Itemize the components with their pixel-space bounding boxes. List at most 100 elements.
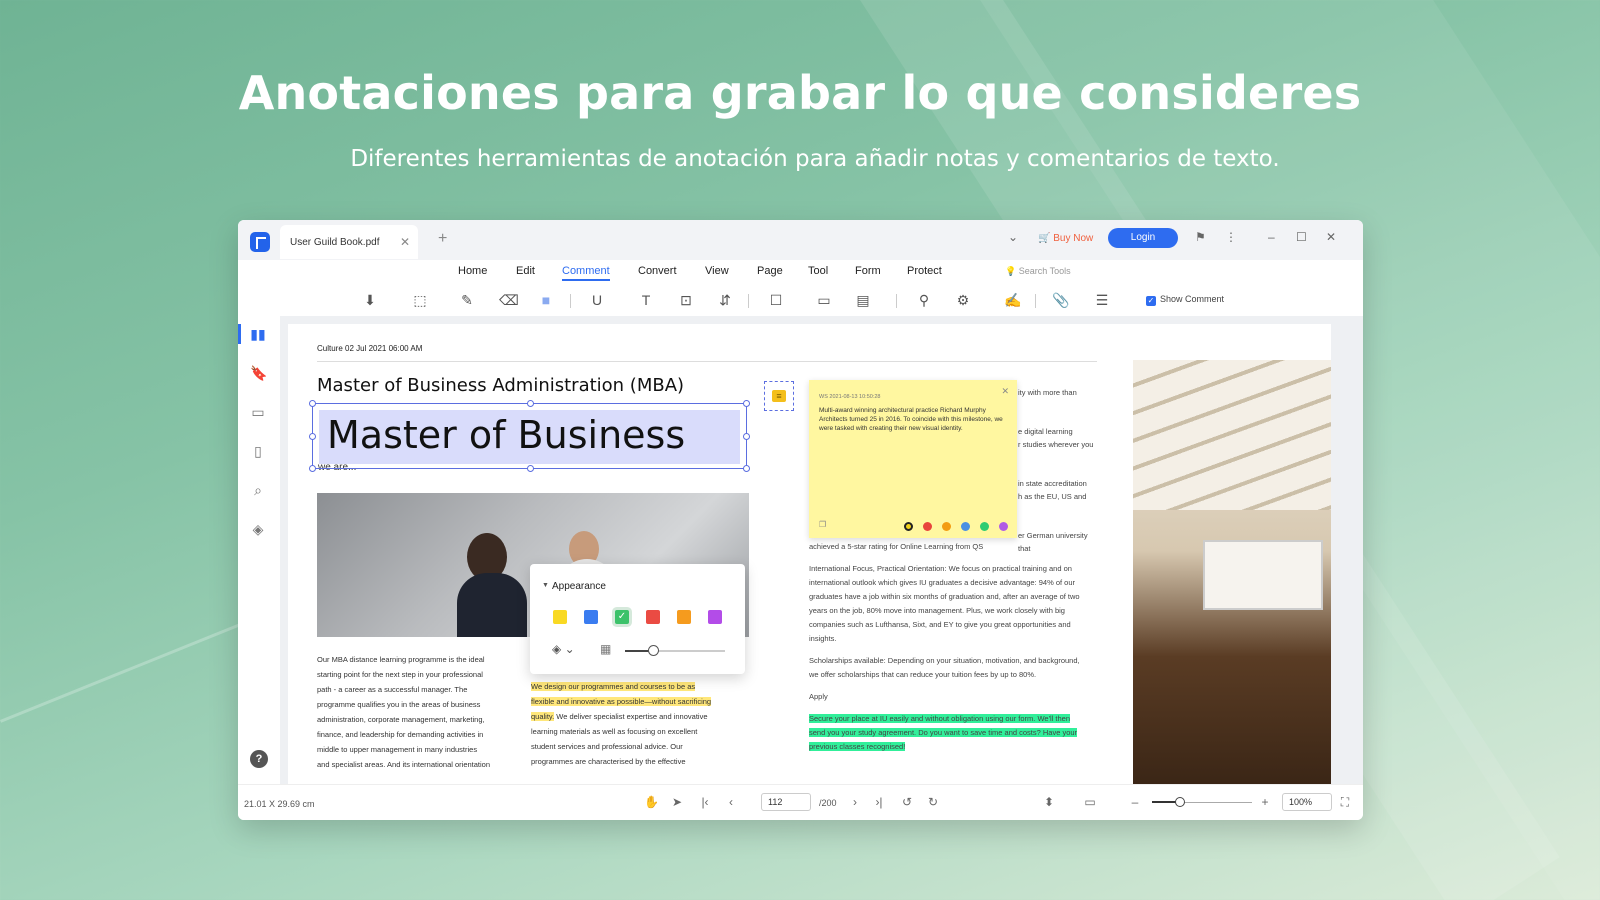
eraser-icon[interactable]: ⌫ (499, 292, 519, 308)
note-color-orange[interactable] (942, 522, 951, 531)
more-icon[interactable]: ⋮ (1225, 230, 1237, 244)
maximize-icon[interactable]: ☐ (1296, 230, 1307, 244)
color-fill-icon[interactable]: ■ (538, 292, 554, 308)
swatch-blue[interactable] (584, 610, 598, 624)
zoom-out-icon[interactable]: – (1128, 795, 1142, 809)
signature-stamp-icon[interactable]: ⚙ (955, 292, 971, 308)
fill-bucket-icon[interactable]: ◈ ⌄ (552, 642, 575, 656)
swatch-orange[interactable] (677, 610, 691, 624)
chevron-down-icon[interactable]: ⌄ (1008, 230, 1018, 244)
resize-handle[interactable] (309, 400, 316, 407)
swatch-green-selected[interactable]: ✓ (615, 610, 629, 624)
note-color-blue[interactable] (961, 522, 970, 531)
collapse-triangle-icon[interactable]: ▼ (542, 582, 549, 589)
comment-icon[interactable]: ▭ (250, 404, 266, 420)
textbox-icon[interactable]: ⊡ (678, 292, 694, 308)
page-icon[interactable]: ▯ (250, 443, 266, 459)
swatch-purple[interactable] (708, 610, 722, 624)
pencil-icon[interactable]: ✎ (459, 292, 475, 308)
fit-page-icon[interactable]: ⛶ (1338, 795, 1352, 809)
resize-handle[interactable] (743, 433, 750, 440)
underline-icon[interactable]: U (589, 292, 605, 308)
resize-handle[interactable] (527, 400, 534, 407)
resize-handle[interactable] (743, 400, 750, 407)
view-mode-icon[interactable]: ▭ (1083, 795, 1097, 809)
layers-icon[interactable]: ◈ (250, 521, 266, 537)
measure-icon[interactable]: ▤ (855, 292, 871, 308)
area-highlight-icon[interactable]: ⬚ (412, 292, 428, 308)
thumbnails-icon[interactable]: ▮▮ (250, 326, 266, 342)
menu-edit[interactable]: Edit (516, 265, 535, 277)
shape-icon[interactable]: ☐ (768, 292, 784, 308)
checkbox-checked-icon[interactable]: ✓ (1146, 296, 1156, 306)
resize-handle[interactable] (309, 433, 316, 440)
page-layout-icon[interactable]: ⬍ (1042, 795, 1056, 809)
sticky-note-popup[interactable]: ✕ WS 2021-08-13 10:50:28 Multi-award win… (809, 380, 1017, 538)
swatch-red[interactable] (646, 610, 660, 624)
highlighted-text[interactable]: We design our programmes and courses to … (531, 682, 696, 691)
text-line: programme qualifies you in the areas of … (317, 700, 481, 709)
resize-handle[interactable] (527, 465, 534, 472)
note-icon[interactable]: ▭ (816, 292, 832, 308)
first-page-icon[interactable]: |‹ (698, 795, 712, 809)
notification-icon[interactable]: ⚑ (1195, 230, 1206, 244)
green-highlighted-text[interactable]: previous classes recognised! (809, 742, 906, 751)
menu-convert[interactable]: Convert (638, 265, 677, 277)
highlighted-text[interactable]: quality. (531, 712, 555, 721)
comment-list-icon[interactable]: ☰ (1094, 292, 1110, 308)
stamp-icon[interactable]: ⚲ (916, 292, 932, 308)
green-highlighted-text[interactable]: send you your study agreement. Do you wa… (809, 728, 1078, 737)
menu-tool[interactable]: Tool (808, 265, 828, 277)
text-icon[interactable]: T (638, 292, 654, 308)
note-body[interactable]: Multi-award winning architectural practi… (819, 406, 1007, 433)
note-color-purple[interactable] (999, 522, 1008, 531)
note-color-red[interactable] (923, 522, 932, 531)
menu-home[interactable]: Home (458, 265, 487, 277)
rotate-left-icon[interactable]: ↺ (900, 795, 914, 809)
sign-icon[interactable]: ✍ (1004, 292, 1021, 308)
zoom-in-icon[interactable]: + (1258, 795, 1272, 809)
menu-comment[interactable]: Comment (562, 265, 610, 281)
bookmark-icon[interactable]: 🔖 (250, 365, 267, 381)
menu-page[interactable]: Page (757, 265, 783, 277)
zoom-level-select[interactable]: 100% (1282, 793, 1332, 811)
buy-now-link[interactable]: 🛒 Buy Now (1038, 233, 1093, 244)
copy-icon[interactable]: ❐ (819, 520, 826, 529)
menu-protect[interactable]: Protect (907, 265, 942, 277)
show-comment-toggle[interactable]: ✓ Show Comment (1146, 294, 1224, 306)
toolbar-divider (1035, 294, 1036, 308)
note-color-yellow[interactable] (904, 522, 913, 531)
close-note-icon[interactable]: ✕ (1001, 386, 1009, 397)
help-icon[interactable]: ? (250, 750, 268, 768)
highlight-icon[interactable]: ⬇ (362, 292, 378, 308)
sticky-note-marker[interactable]: ≡ (764, 381, 794, 411)
green-highlighted-text[interactable]: Secure your place at IU easily and witho… (809, 714, 1071, 723)
swatch-yellow[interactable] (553, 610, 567, 624)
text-callout-icon[interactable]: ⇵ (717, 292, 733, 308)
search-icon[interactable]: ⌕ (250, 482, 266, 498)
rotate-right-icon[interactable]: ↻ (926, 795, 940, 809)
selected-text-annotation[interactable]: Master of Business (309, 400, 750, 472)
search-tools[interactable]: 💡 Search Tools (1005, 266, 1071, 277)
resize-handle[interactable] (743, 465, 750, 472)
opacity-slider-handle[interactable] (648, 645, 659, 656)
select-tool-icon[interactable]: ➤ (670, 795, 684, 809)
prev-page-icon[interactable]: ‹ (724, 795, 738, 809)
document-tab[interactable]: User Guild Book.pdf ✕ (280, 225, 418, 259)
minimize-icon[interactable]: – (1268, 230, 1275, 244)
next-page-icon[interactable]: › (848, 795, 862, 809)
new-tab-icon[interactable]: + (438, 230, 447, 248)
page-number-input[interactable]: 112 (761, 793, 811, 811)
last-page-icon[interactable]: ›| (872, 795, 886, 809)
menu-form[interactable]: Form (855, 265, 881, 277)
attachment-icon[interactable]: 📎 (1052, 292, 1069, 308)
highlighted-text[interactable]: flexible and innovative as possible—with… (531, 697, 712, 706)
login-button[interactable]: Login (1108, 228, 1178, 248)
menu-view[interactable]: View (705, 265, 729, 277)
zoom-slider-handle[interactable] (1175, 797, 1185, 807)
close-tab-icon[interactable]: ✕ (400, 235, 410, 249)
hand-tool-icon[interactable]: ✋ (644, 795, 659, 809)
note-color-green[interactable] (980, 522, 989, 531)
close-window-icon[interactable]: ✕ (1326, 230, 1336, 244)
resize-handle[interactable] (309, 465, 316, 472)
